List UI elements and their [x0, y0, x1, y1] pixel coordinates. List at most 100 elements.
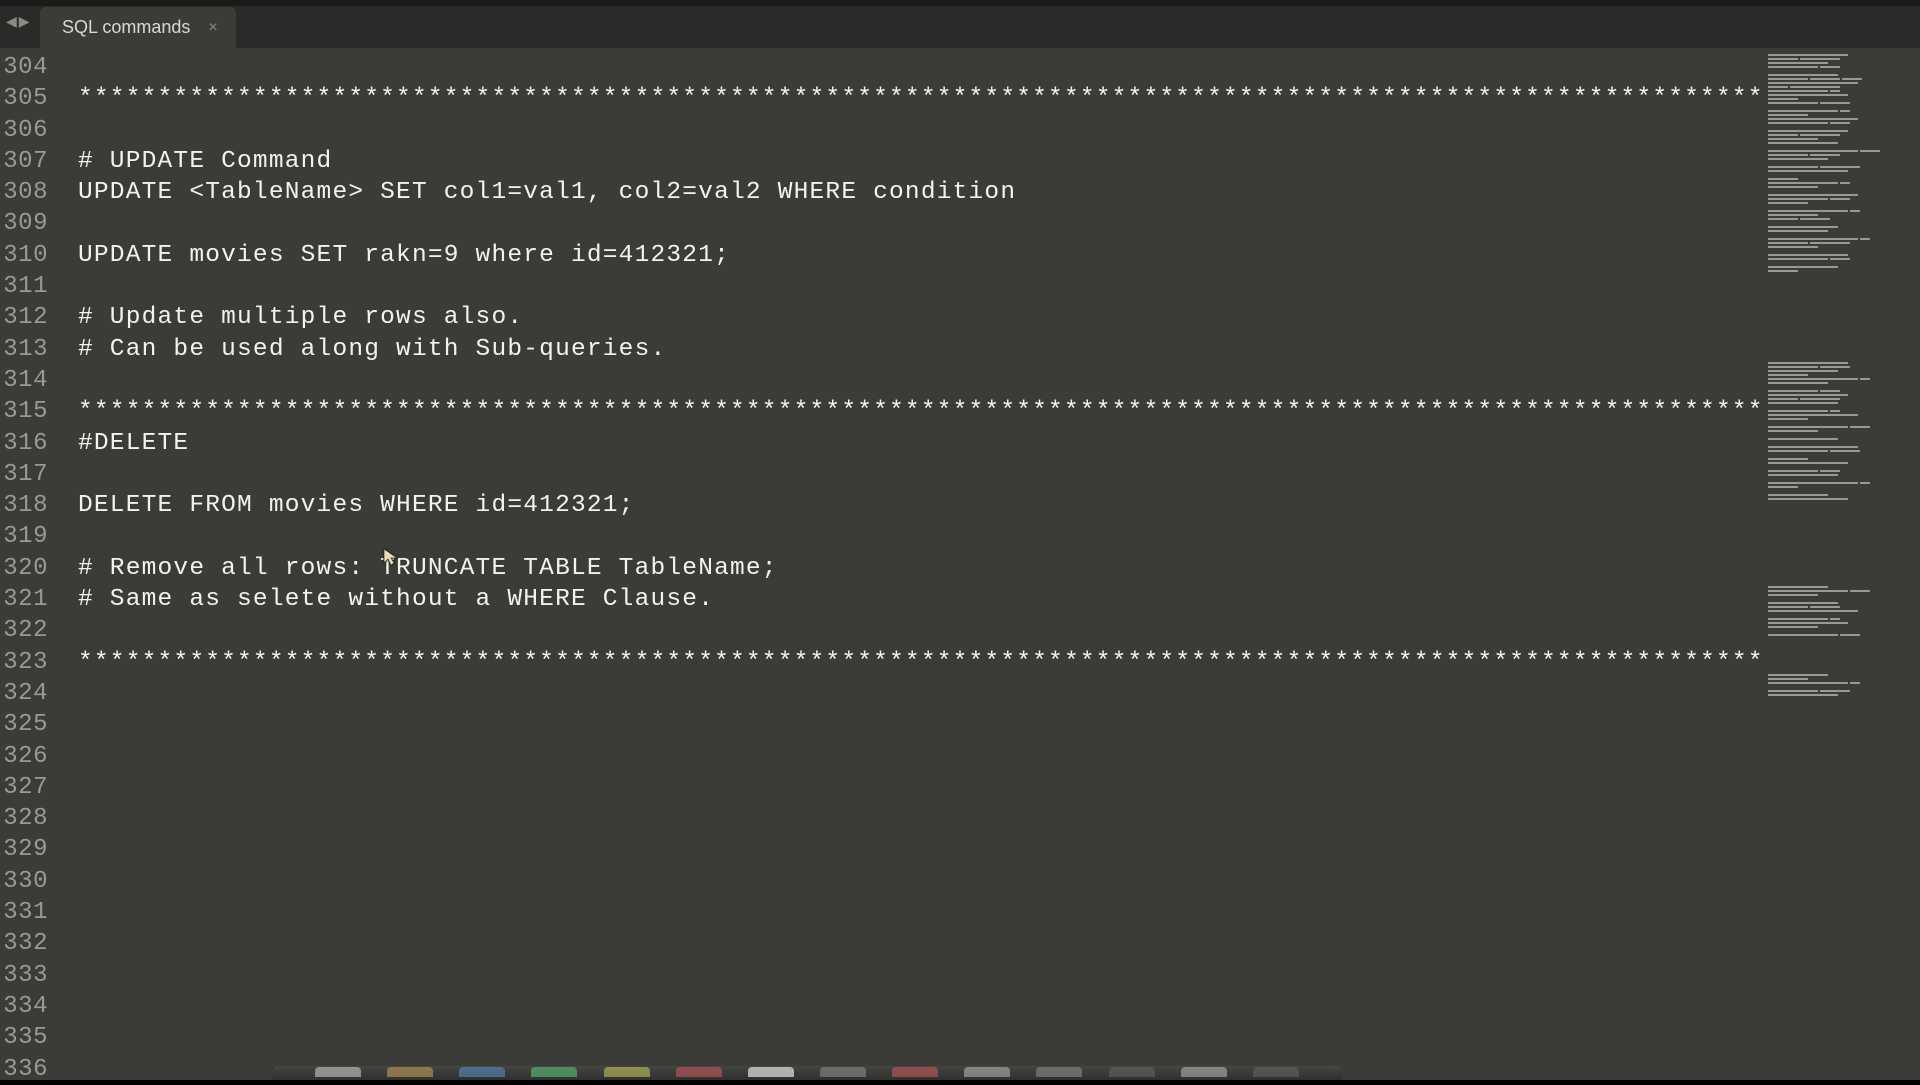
dock-app-icon[interactable]	[1181, 1067, 1227, 1077]
tab-sql-commands[interactable]: SQL commands ×	[40, 7, 236, 48]
minimap-line	[1768, 446, 1916, 449]
minimap-line	[1768, 486, 1916, 489]
minimap-line	[1768, 90, 1916, 93]
minimap-line	[1768, 198, 1916, 201]
minimap-line	[1768, 538, 1916, 541]
minimap-line	[1768, 626, 1916, 629]
minimap-line	[1768, 226, 1916, 229]
minimap-line	[1768, 178, 1916, 181]
minimap-line	[1768, 638, 1916, 641]
minimap-line	[1768, 282, 1916, 285]
line-number: 334	[0, 991, 48, 1022]
dock-app-icon[interactable]	[820, 1067, 866, 1077]
minimap-line	[1768, 614, 1916, 617]
line-number: 331	[0, 897, 48, 928]
minimap-line	[1768, 158, 1916, 161]
minimap-line	[1768, 530, 1916, 533]
minimap-line	[1768, 146, 1916, 149]
minimap-line	[1768, 62, 1916, 65]
dock-app-icon[interactable]	[748, 1067, 794, 1077]
line-number: 319	[0, 521, 48, 552]
dock-app-icon[interactable]	[892, 1067, 938, 1077]
minimap-line	[1768, 554, 1916, 557]
minimap-line	[1768, 326, 1916, 329]
line-number: 329	[0, 834, 48, 865]
minimap-line	[1768, 86, 1916, 89]
nav-back-icon[interactable]: ◀	[6, 14, 17, 31]
minimap-line	[1768, 586, 1916, 589]
minimap-line	[1768, 470, 1916, 473]
minimap[interactable]	[1764, 48, 1920, 1080]
line-number: 323	[0, 647, 48, 678]
minimap-line	[1768, 74, 1916, 77]
minimap-line	[1768, 478, 1916, 481]
minimap-line	[1768, 646, 1916, 649]
minimap-line	[1768, 550, 1916, 553]
dock-app-icon[interactable]	[604, 1067, 650, 1077]
minimap-line	[1768, 654, 1916, 657]
minimap-line	[1768, 306, 1916, 309]
minimap-line	[1768, 650, 1916, 653]
minimap-line	[1768, 98, 1916, 101]
tab-title: SQL commands	[62, 17, 190, 38]
minimap-line	[1768, 542, 1916, 545]
minimap-line	[1768, 378, 1916, 381]
minimap-line	[1768, 410, 1916, 413]
minimap-line	[1768, 442, 1916, 445]
minimap-line	[1768, 134, 1916, 137]
minimap-line	[1768, 694, 1916, 697]
minimap-line	[1768, 642, 1916, 645]
editor-area: 3043053063073083093103113123133143153163…	[0, 48, 1920, 1080]
dock-app-icon[interactable]	[531, 1067, 577, 1077]
minimap-line	[1768, 118, 1916, 121]
dock-app-icon[interactable]	[1109, 1067, 1155, 1077]
minimap-line	[1768, 110, 1916, 113]
minimap-line	[1768, 238, 1916, 241]
minimap-line	[1768, 690, 1916, 693]
dock-app-icon[interactable]	[1036, 1067, 1082, 1077]
minimap-line	[1768, 78, 1916, 81]
minimap-line	[1768, 454, 1916, 457]
dock-app-icon[interactable]	[387, 1067, 433, 1077]
minimap-line	[1768, 94, 1916, 97]
minimap-line	[1768, 574, 1916, 577]
minimap-line	[1768, 106, 1916, 109]
minimap-line	[1768, 522, 1916, 525]
minimap-line	[1768, 242, 1916, 245]
minimap-line	[1768, 398, 1916, 401]
dock-app-icon[interactable]	[1253, 1067, 1299, 1077]
minimap-line	[1768, 466, 1916, 469]
minimap-line	[1768, 234, 1916, 237]
dock-app-icon[interactable]	[964, 1067, 1010, 1077]
minimap-line	[1768, 406, 1916, 409]
dock-app-icon[interactable]	[676, 1067, 722, 1077]
minimap-line	[1768, 358, 1916, 361]
line-number: 316	[0, 428, 48, 459]
minimap-line	[1768, 130, 1916, 133]
minimap-line	[1768, 286, 1916, 289]
minimap-line	[1768, 294, 1916, 297]
code-content[interactable]: ****************************************…	[56, 48, 1764, 1080]
minimap-line	[1768, 350, 1916, 353]
minimap-line	[1768, 246, 1916, 249]
minimap-line	[1768, 186, 1916, 189]
minimap-line	[1768, 422, 1916, 425]
dock-app-icon[interactable]	[315, 1067, 361, 1077]
minimap-line	[1768, 674, 1916, 677]
minimap-line	[1768, 566, 1916, 569]
minimap-line	[1768, 262, 1916, 265]
line-number: 320	[0, 553, 48, 584]
minimap-line	[1768, 154, 1916, 157]
close-icon[interactable]: ×	[208, 19, 217, 37]
minimap-line	[1768, 490, 1916, 493]
minimap-line	[1768, 634, 1916, 637]
minimap-line	[1768, 370, 1916, 373]
line-number: 314	[0, 365, 48, 396]
minimap-line	[1768, 174, 1916, 177]
dock-app-icon[interactable]	[459, 1067, 505, 1077]
minimap-line	[1768, 606, 1916, 609]
dock[interactable]	[272, 1066, 1342, 1080]
minimap-line	[1768, 366, 1916, 369]
line-number: 322	[0, 615, 48, 646]
nav-forward-icon[interactable]: ▶	[19, 14, 30, 31]
